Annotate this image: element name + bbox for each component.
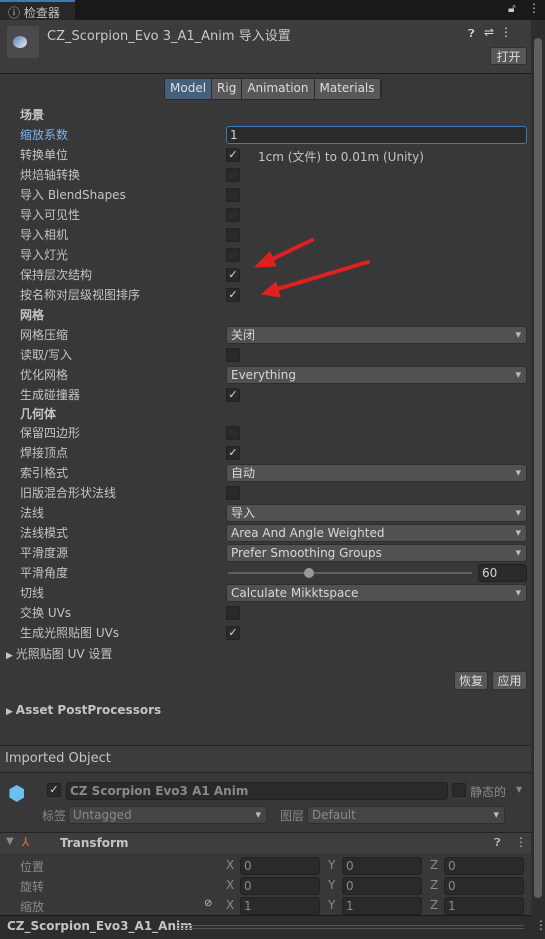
red-arrow <box>253 238 314 268</box>
red-arrow <box>260 260 370 298</box>
annotation-arrows <box>253 238 370 298</box>
